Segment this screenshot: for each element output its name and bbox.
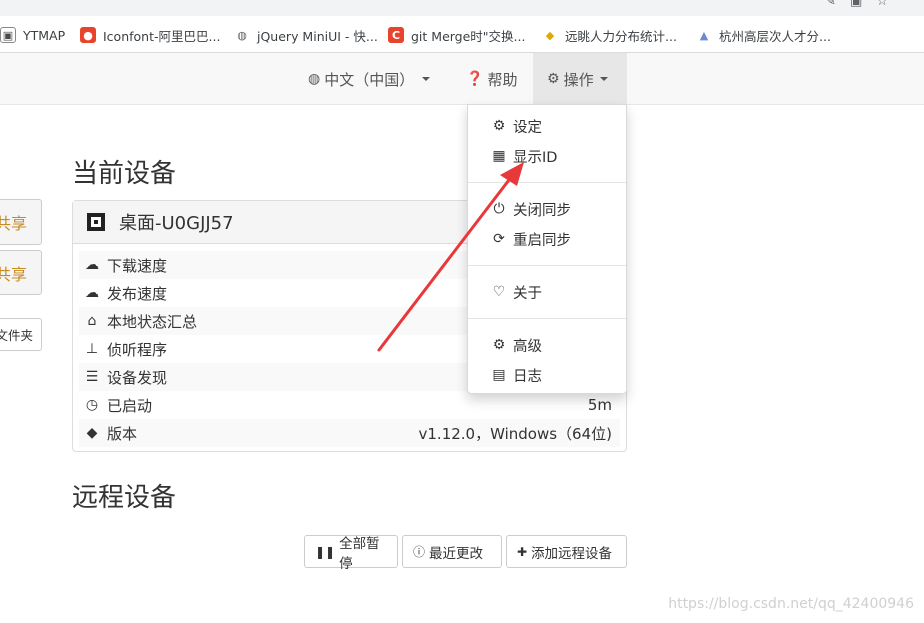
ytmap-favicon-icon: ▣ [0, 27, 16, 43]
browser-action-icons[interactable]: ✎▣☆ [825, 0, 902, 9]
menu-item-label: 显示ID [513, 149, 558, 166]
menu-item-logs[interactable]: ▤ 日志 [468, 362, 626, 388]
actions-label: 操作 [563, 70, 594, 89]
globe-icon: ◍ [308, 71, 321, 87]
gear-icon: ⚙ [547, 71, 560, 87]
menu-divider [468, 265, 626, 266]
row-label: 本地状态汇总 [107, 312, 198, 331]
menu-item-restart[interactable]: ⟳ 重启同步 [468, 226, 626, 252]
share-button-label: 共享 [0, 214, 27, 233]
row-label: 已启动 [107, 396, 153, 415]
watermark: https://blog.csdn.net/qq_42400946 [668, 596, 914, 612]
menu-item-show-id[interactable]: ▦ 显示ID [468, 143, 626, 169]
cloud-download-icon: ☁ [85, 257, 99, 273]
help-menu[interactable]: ❓ 帮助 [466, 53, 517, 105]
menu-item-settings[interactable]: ⚙ 设定 [468, 113, 626, 139]
row-label: 侦听程序 [107, 340, 168, 359]
menu-item-label: 日志 [513, 368, 542, 385]
menu-item-label: 关于 [513, 285, 542, 302]
browser-toolbar: ✎▣☆ [0, 0, 924, 16]
bookmark-iconfont[interactable]: ● Iconfont-阿里巴巴... [80, 25, 220, 45]
menu-item-label: 重启同步 [513, 232, 571, 249]
bookmark-jquery-miniui[interactable]: ◍ jQuery MiniUI - 快... [234, 25, 378, 45]
caret-down-icon [422, 77, 431, 81]
row-version: ◆ 版本 v1.12.0，Windows（64位) [79, 419, 620, 447]
signpost-icon: ☰ [85, 369, 99, 385]
tag-icon: ◆ [86, 425, 98, 441]
iconfont-favicon-icon: ● [80, 27, 96, 43]
power-icon: ⏻ [493, 201, 505, 217]
bookmark-label: 远眺人力分布统计... [565, 28, 677, 44]
menu-item-advanced[interactable]: ⚙ 高级 [468, 332, 626, 358]
question-icon: ❓ [466, 71, 484, 87]
language-dropdown[interactable]: ◍ 中文（中国） [308, 53, 431, 105]
current-device-heading: 当前设备 [72, 159, 177, 189]
bookmarks-bar: ▣ YTMAP ● Iconfont-阿里巴巴... ◍ jQuery Mini… [0, 16, 924, 53]
actions-dropdown-menu: ⚙ 设定 ▦ 显示ID ⏻ 关闭同步 ⟳ 重启同步 ♡ 关于 ⚙ 高级 ▤ 日志 [467, 104, 627, 394]
info-icon: ⓘ [413, 545, 426, 559]
add-remote-device-label: 添加远程设备 [531, 545, 613, 562]
colorful-favicon-icon: ◆ [545, 28, 555, 42]
bookmark-label: git Merge时"交换... [411, 28, 526, 44]
cloud-upload-icon: ☁ [85, 285, 99, 301]
row-label: 下载速度 [107, 256, 168, 275]
row-label: 发布速度 [107, 284, 168, 303]
menu-item-label: 高级 [513, 338, 542, 355]
heart-icon: ♡ [492, 284, 506, 300]
pause-all-button[interactable]: ❚❚ 全部暂停 [304, 535, 398, 572]
help-label: 帮助 [487, 70, 518, 89]
menu-item-label: 关闭同步 [513, 202, 571, 219]
bookmark-label: YTMAP [23, 27, 66, 43]
bookmark-yuantiao[interactable]: ◆ 远眺人力分布统计... [542, 25, 677, 45]
menu-item-shutdown[interactable]: ⏻ 关闭同步 [468, 196, 626, 222]
bookmark-label: jQuery MiniUI - 快... [257, 28, 378, 44]
language-label: 中文（中国） [324, 70, 415, 89]
sitemap-icon: ⊥ [85, 341, 99, 357]
remote-devices-heading: 远程设备 [72, 483, 177, 513]
folder-button-label: 文件夹 [0, 328, 33, 343]
add-folder-button[interactable]: 文件夹 [0, 318, 42, 351]
top-navbar: ◍ 中文（中国） ❓ 帮助 ⚙ 操作 [0, 53, 924, 105]
menu-divider [468, 182, 626, 183]
device-name: 桌面-U0GJJ57 [119, 213, 234, 234]
share-button[interactable]: 共享 [0, 199, 42, 245]
row-uptime: ◷ 已启动 5m [79, 391, 620, 419]
csdn-favicon-icon: C [388, 27, 404, 43]
row-value: v1.12.0，Windows（64位) [418, 424, 612, 443]
bookmark-git-merge[interactable]: C git Merge时"交换... [388, 25, 525, 45]
share-button[interactable]: 共享 [0, 250, 42, 295]
caret-down-icon [599, 77, 608, 81]
recent-changes-button[interactable]: ⓘ 最近更改 [402, 535, 502, 568]
menu-item-about[interactable]: ♡ 关于 [468, 279, 626, 305]
recent-changes-label: 最近更改 [429, 545, 484, 562]
row-label: 版本 [107, 424, 138, 443]
clock-icon: ◷ [85, 397, 99, 413]
mountain-favicon-icon: ▲ [699, 28, 709, 42]
bookmark-hangzhou[interactable]: ▲ 杭州高层次人才分... [696, 25, 831, 45]
menu-divider [468, 318, 626, 319]
qrcode-icon: ▦ [492, 148, 506, 164]
gears-icon: ⚙ [492, 337, 506, 353]
add-remote-device-button[interactable]: ✚ 添加远程设备 [506, 535, 627, 568]
row-label: 设备发现 [107, 368, 168, 387]
bookmark-label: 杭州高层次人才分... [719, 28, 831, 44]
pause-icon: ❚❚ [315, 544, 336, 559]
row-value: 5m [587, 396, 612, 414]
gear-icon: ⚙ [492, 118, 506, 134]
actions-menu[interactable]: ⚙ 操作 [533, 53, 627, 105]
bookmark-label: Iconfont-阿里巴巴... [103, 28, 221, 44]
pause-all-label: 全部暂停 [339, 535, 380, 572]
bookmark-ytmap[interactable]: ▣ YTMAP [0, 25, 65, 45]
home-icon: ⌂ [87, 313, 97, 329]
plus-icon: ✚ [517, 544, 528, 559]
document-icon: ▤ [492, 367, 506, 383]
refresh-icon: ⟳ [493, 231, 505, 247]
share-button-label: 共享 [0, 264, 27, 284]
menu-item-label: 设定 [513, 119, 542, 136]
qrcode-icon [87, 213, 105, 231]
globe-favicon-icon: ◍ [237, 28, 247, 42]
